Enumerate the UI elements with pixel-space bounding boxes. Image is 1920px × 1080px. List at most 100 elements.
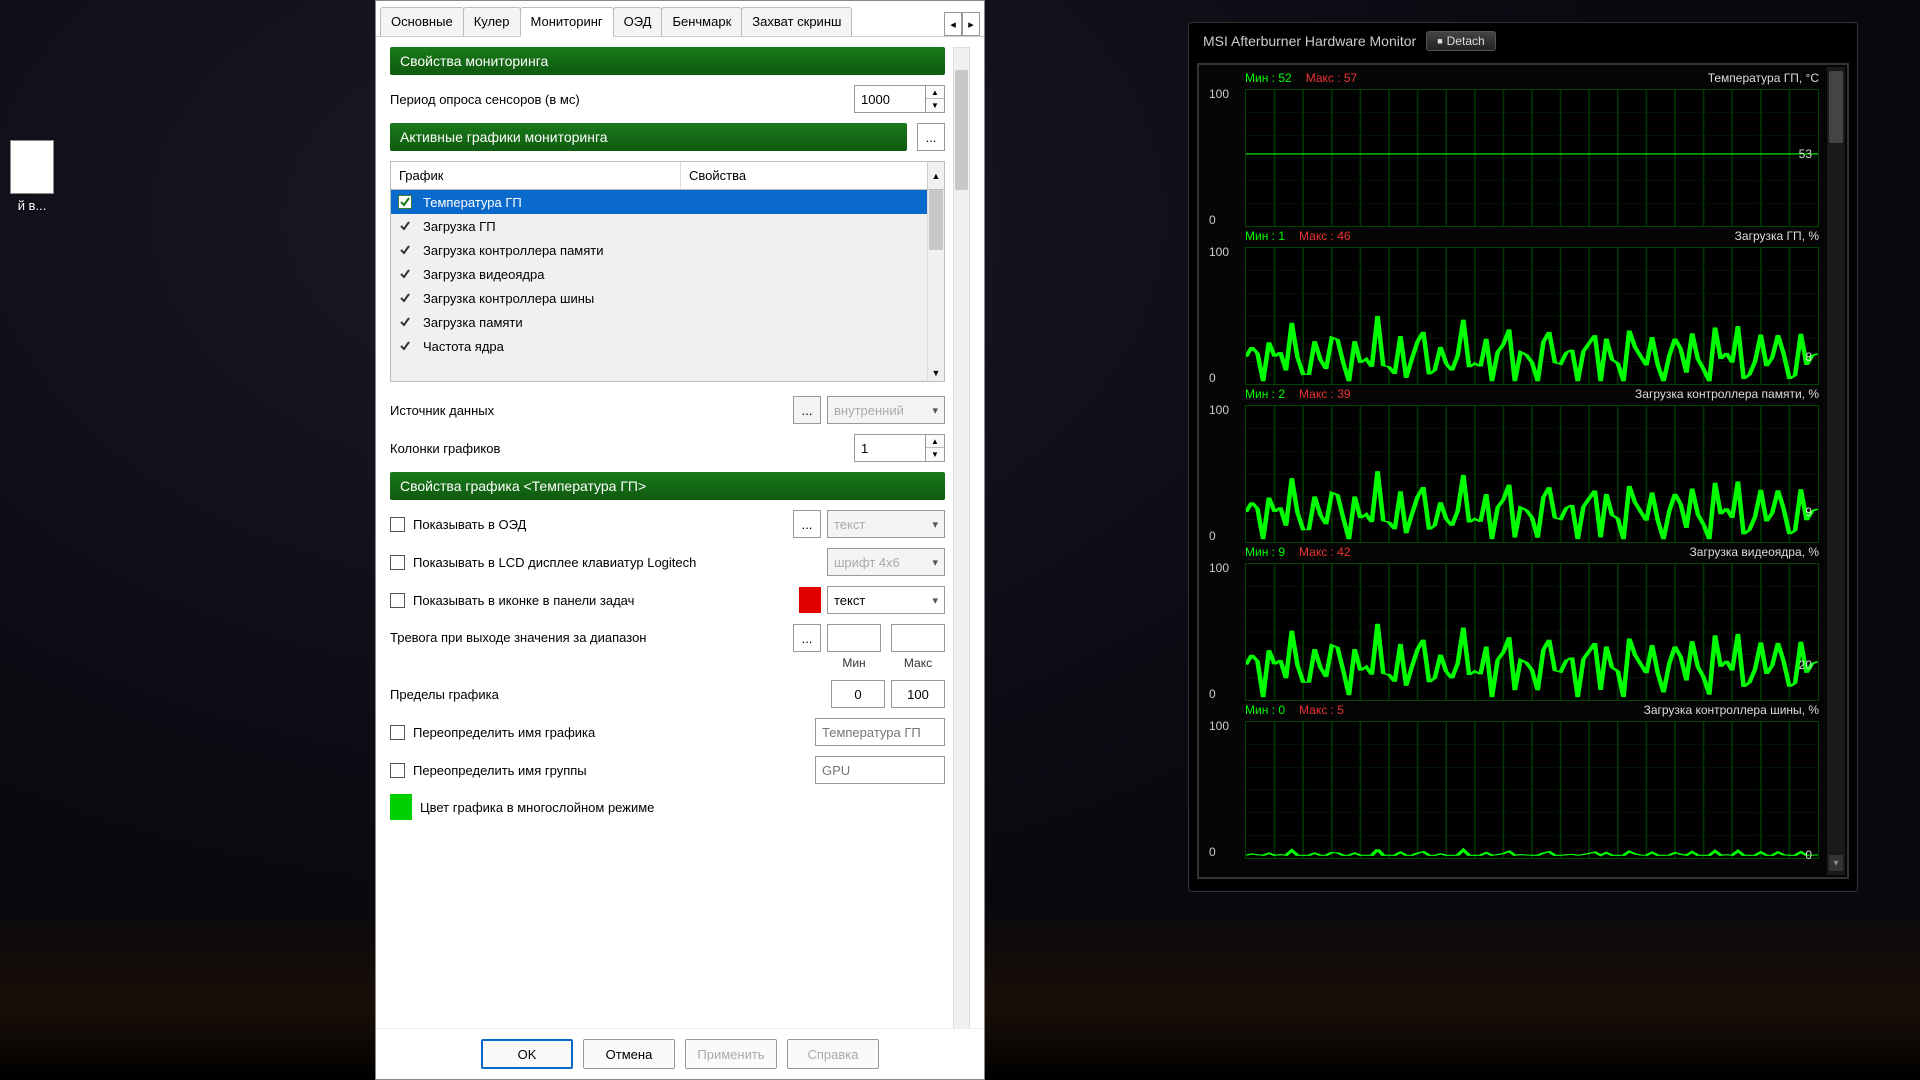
graph-list-item[interactable]: Температура ГП [391, 190, 944, 214]
checkmark-icon[interactable] [397, 266, 413, 282]
grid-scrollbar[interactable]: ▼ [927, 190, 944, 381]
lcd-font-select: шрифт 4x6 [827, 548, 945, 576]
tab-scroll-left[interactable]: ◂ [944, 12, 962, 36]
hw-current-value: 0 [1805, 848, 1812, 862]
ok-button[interactable]: OK [481, 1039, 573, 1069]
checkmark-icon[interactable] [397, 242, 413, 258]
spin-up-icon[interactable]: ▲ [926, 435, 944, 448]
override-group-name-input[interactable] [815, 756, 945, 784]
graph-list-item[interactable]: Загрузка ГП [391, 214, 944, 238]
show-in-tray-checkbox[interactable] [390, 593, 405, 608]
graph-list-item[interactable]: Частота ядра [391, 334, 944, 358]
layer-color-swatch[interactable] [390, 794, 412, 820]
datasource-label: Источник данных [390, 403, 787, 418]
hwmon-scroll-down-icon[interactable]: ▾ [1829, 855, 1843, 871]
checkmark-icon[interactable] [397, 314, 413, 330]
tab-оэд[interactable]: ОЭД [613, 7, 663, 36]
tab-мониторинг[interactable]: Мониторинг [520, 7, 614, 37]
tab-основные[interactable]: Основные [380, 7, 464, 36]
graph-columns-label: Колонки графиков [390, 441, 848, 456]
override-group-name-checkbox[interactable] [390, 763, 405, 778]
grid-col-graph[interactable]: График [391, 162, 681, 189]
graph-list-item[interactable]: Загрузка контроллера шины [391, 286, 944, 310]
tab-кулер[interactable]: Кулер [463, 7, 521, 36]
graph-list-item[interactable]: Загрузка контроллера памяти [391, 238, 944, 262]
grid-header-scroll-icon: ▲ [927, 162, 944, 189]
tab-scroll-right[interactable]: ▸ [962, 12, 980, 36]
hw-max-label: Макс : 57 [1306, 71, 1358, 85]
active-graphs-menu-button[interactable]: ... [917, 123, 945, 151]
hw-y-high: 100 [1209, 561, 1229, 575]
tab-захват скринш[interactable]: Захват скринш [741, 7, 852, 36]
tab-бенчмарк[interactable]: Бенчмарк [661, 7, 742, 36]
dialog-scrollbar[interactable] [953, 47, 970, 1037]
cancel-button[interactable]: Отмена [583, 1039, 675, 1069]
checkmark-icon[interactable] [397, 218, 413, 234]
desktop-file-icon[interactable]: й в... [2, 140, 62, 214]
show-in-lcd-label: Показывать в LCD дисплее клавиатур Logit… [413, 555, 696, 570]
detach-button[interactable]: Detach [1426, 31, 1495, 51]
alarm-menu-button[interactable]: ... [793, 624, 821, 652]
hw-graph[interactable]: Мин : 0 Макс : 5 Загрузка контроллера ши… [1205, 703, 1823, 859]
hw-max-label: Макс : 5 [1299, 703, 1344, 717]
hw-graph[interactable]: Мин : 52 Макс : 57 Температура ГП, °C 10… [1205, 71, 1823, 227]
hw-metric-label: Загрузка ГП, % [1735, 229, 1819, 243]
datasource-browse-button[interactable]: ... [793, 396, 821, 424]
limit-max-input[interactable] [891, 680, 945, 708]
hw-min-label: Мин : 2 [1245, 387, 1285, 401]
show-in-tray-label: Показывать в иконке в панели задач [413, 593, 634, 608]
hw-graph[interactable]: Мин : 1 Макс : 46 Загрузка ГП, % 100 0 8 [1205, 229, 1823, 385]
grid-scroll-down-icon[interactable]: ▼ [928, 364, 944, 381]
hw-graph[interactable]: Мин : 2 Макс : 39 Загрузка контроллера п… [1205, 387, 1823, 543]
hw-y-low: 0 [1209, 845, 1216, 859]
override-graph-name-input[interactable] [815, 718, 945, 746]
hw-min-label: Мин : 52 [1245, 71, 1292, 85]
graph-list-item-label: Температура ГП [423, 195, 522, 210]
hwmon-titlebar[interactable]: MSI Afterburner Hardware Monitor Detach [1189, 23, 1857, 59]
hw-max-label: Макс : 46 [1299, 229, 1351, 243]
override-graph-name-checkbox[interactable] [390, 725, 405, 740]
osd-format-menu-button[interactable]: ... [793, 510, 821, 538]
checkmark-icon[interactable] [397, 338, 413, 354]
hw-min-label: Мин : 1 [1245, 229, 1285, 243]
override-group-name-label: Переопределить имя группы [413, 763, 587, 778]
hw-y-high: 100 [1209, 87, 1229, 101]
hw-plot-area: 53 [1245, 89, 1819, 227]
graph-list-item[interactable]: Загрузка видеоядра [391, 262, 944, 286]
graph-columns-input[interactable] [854, 434, 926, 462]
alarm-min-input[interactable] [827, 624, 881, 652]
hw-metric-label: Загрузка контроллера шины, % [1644, 703, 1819, 717]
grid-scroll-thumb[interactable] [929, 190, 943, 250]
hw-y-high: 100 [1209, 245, 1229, 259]
osd-format-select: текст [827, 510, 945, 538]
graph-list-item[interactable]: Загрузка памяти [391, 310, 944, 334]
show-in-lcd-checkbox[interactable] [390, 555, 405, 570]
hw-min-label: Мин : 0 [1245, 703, 1285, 717]
hw-current-value: 53 [1799, 147, 1812, 161]
limit-min-input[interactable] [831, 680, 885, 708]
help-button[interactable]: Справка [787, 1039, 879, 1069]
tray-color-swatch[interactable] [799, 587, 821, 613]
polling-period-input[interactable] [854, 85, 926, 113]
alarm-max-input[interactable] [891, 624, 945, 652]
desktop-file-label: й в... [2, 198, 62, 214]
hw-plot-area: 8 [1245, 247, 1819, 385]
hwmon-panel: Мин : 52 Макс : 57 Температура ГП, °C 10… [1197, 63, 1849, 879]
layer-color-label: Цвет графика в многослойном режиме [420, 800, 654, 815]
show-in-osd-checkbox[interactable] [390, 517, 405, 532]
spin-up-icon[interactable]: ▲ [926, 86, 944, 99]
checkmark-icon[interactable] [397, 290, 413, 306]
checkmark-icon[interactable] [397, 194, 413, 210]
graphs-grid-header: График Свойства ▲ [390, 161, 945, 190]
dialog-scroll-thumb[interactable] [955, 70, 968, 190]
spin-down-icon[interactable]: ▼ [926, 448, 944, 461]
hw-y-high: 100 [1209, 719, 1229, 733]
graph-limits-label: Пределы графика [390, 687, 825, 702]
spin-down-icon[interactable]: ▼ [926, 99, 944, 112]
tray-format-select[interactable]: текст [827, 586, 945, 614]
hwmon-scrollbar[interactable]: ▾ [1827, 67, 1845, 875]
hwmon-scroll-thumb[interactable] [1829, 71, 1843, 143]
grid-col-props[interactable]: Свойства [681, 162, 927, 189]
hw-graph[interactable]: Мин : 9 Макс : 42 Загрузка видеоядра, % … [1205, 545, 1823, 701]
apply-button[interactable]: Применить [685, 1039, 777, 1069]
